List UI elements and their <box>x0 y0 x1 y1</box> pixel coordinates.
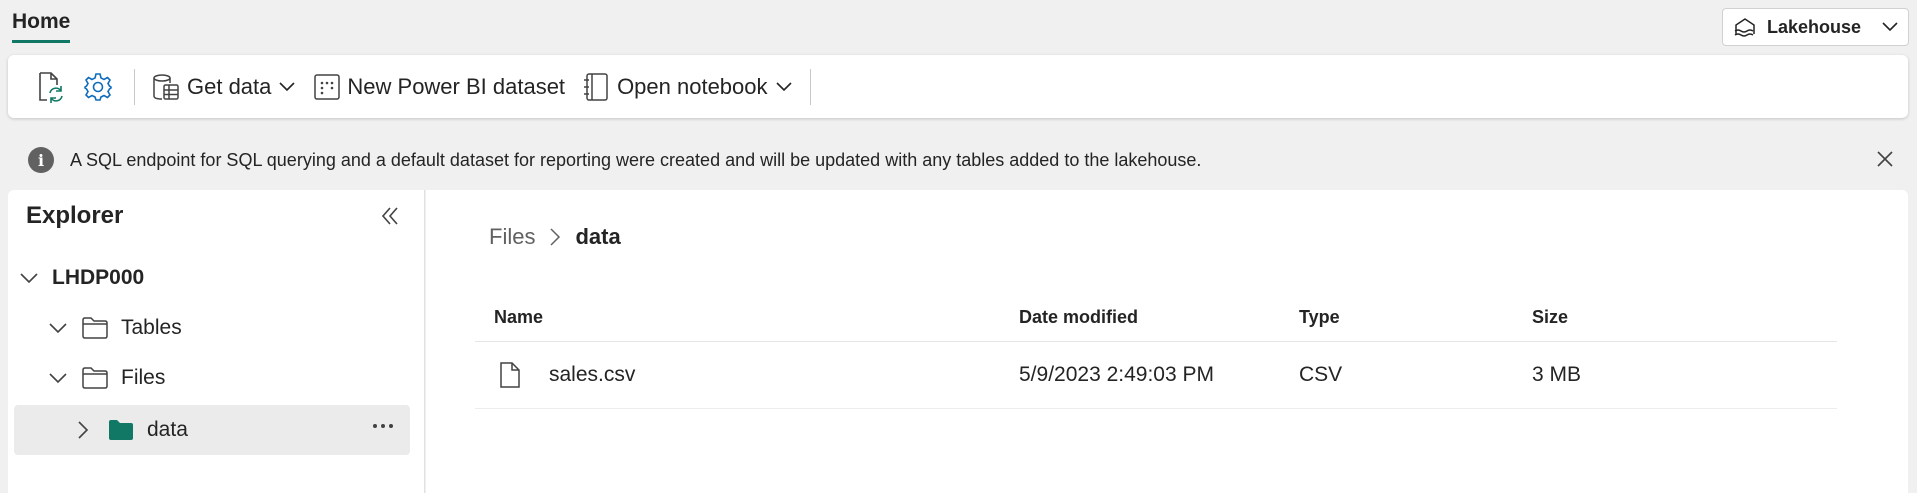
chevron-right-icon[interactable] <box>77 421 89 439</box>
file-date-modified: 5/9/2023 2:49:03 PM <box>1019 363 1214 386</box>
folder-filled-icon <box>107 418 135 442</box>
breadcrumb-current: data <box>575 224 621 249</box>
chevron-down-icon[interactable] <box>20 272 38 284</box>
mode-label: Lakehouse <box>1767 16 1862 37</box>
get-data-label: Get data <box>187 73 272 99</box>
chevron-down-icon <box>1882 22 1898 32</box>
tab-home[interactable]: Home <box>12 10 71 43</box>
column-header-size[interactable]: Size <box>1532 307 1568 328</box>
column-header-date-modified[interactable]: Date modified <box>1019 307 1138 328</box>
double-chevron-left-icon <box>380 206 400 226</box>
chevron-down-icon <box>279 81 295 92</box>
folder-icon <box>81 366 109 390</box>
table-header: Name Date modified Type Size <box>475 302 1837 342</box>
tree-item-label: data <box>147 418 188 441</box>
close-icon[interactable] <box>1874 148 1896 170</box>
info-message-text: A SQL endpoint for SQL querying and a de… <box>70 149 1202 170</box>
ribbon-toolbar: Get data New Power BI dataset Open noteb… <box>8 55 1908 118</box>
open-notebook-button[interactable]: Open notebook <box>583 72 792 102</box>
tree-item-data[interactable]: data <box>77 418 188 442</box>
get-data-button[interactable]: Get data <box>151 72 295 102</box>
file-type: CSV <box>1299 363 1343 386</box>
open-notebook-label: Open notebook <box>617 73 768 99</box>
breadcrumb: Files data <box>489 224 621 250</box>
tree-root-label: LHDP000 <box>52 266 145 289</box>
lakehouse-mode-dropdown[interactable]: Lakehouse <box>1722 8 1909 46</box>
tree-item-label: Tables <box>121 316 182 339</box>
more-options-icon[interactable] <box>373 424 393 428</box>
info-message-bar: i A SQL endpoint for SQL querying and a … <box>8 140 1908 180</box>
info-icon: i <box>28 147 54 173</box>
folder-icon <box>81 316 109 340</box>
refresh-button[interactable] <box>32 69 68 105</box>
tree-item-selected-background <box>14 405 410 455</box>
ribbon-divider <box>809 68 811 105</box>
tree-item-lhdp000[interactable]: LHDP000 <box>20 266 144 290</box>
ribbon-divider <box>134 68 135 105</box>
tree-item-files[interactable]: Files <box>49 366 165 390</box>
chevron-right-icon <box>549 228 561 246</box>
new-power-bi-dataset-button[interactable]: New Power BI dataset <box>313 73 565 101</box>
settings-button[interactable] <box>80 69 116 105</box>
column-header-type[interactable]: Type <box>1299 307 1340 328</box>
chevron-down-icon <box>775 81 792 92</box>
refresh-file-icon <box>35 71 65 103</box>
breadcrumb-files[interactable]: Files <box>489 224 535 250</box>
new-dataset-label: New Power BI dataset <box>347 73 566 99</box>
file-icon <box>499 361 521 389</box>
tree-item-tables[interactable]: Tables <box>49 316 182 340</box>
chevron-down-icon[interactable] <box>49 322 67 334</box>
database-table-icon <box>151 72 181 102</box>
lakehouse-icon <box>1733 16 1757 38</box>
notebook-icon <box>583 72 611 102</box>
file-size: 3 MB <box>1532 363 1582 386</box>
table-row[interactable]: sales.csv 5/9/2023 2:49:03 PM CSV 3 MB <box>475 343 1837 409</box>
dataset-icon <box>313 73 341 101</box>
file-name[interactable]: sales.csv <box>549 363 635 387</box>
explorer-title: Explorer <box>26 202 124 229</box>
gear-icon <box>83 72 113 102</box>
chevron-down-icon[interactable] <box>49 372 67 384</box>
collapse-pane-button[interactable] <box>380 206 400 226</box>
column-header-name[interactable]: Name <box>494 307 543 328</box>
tree-item-label: Files <box>121 366 166 389</box>
